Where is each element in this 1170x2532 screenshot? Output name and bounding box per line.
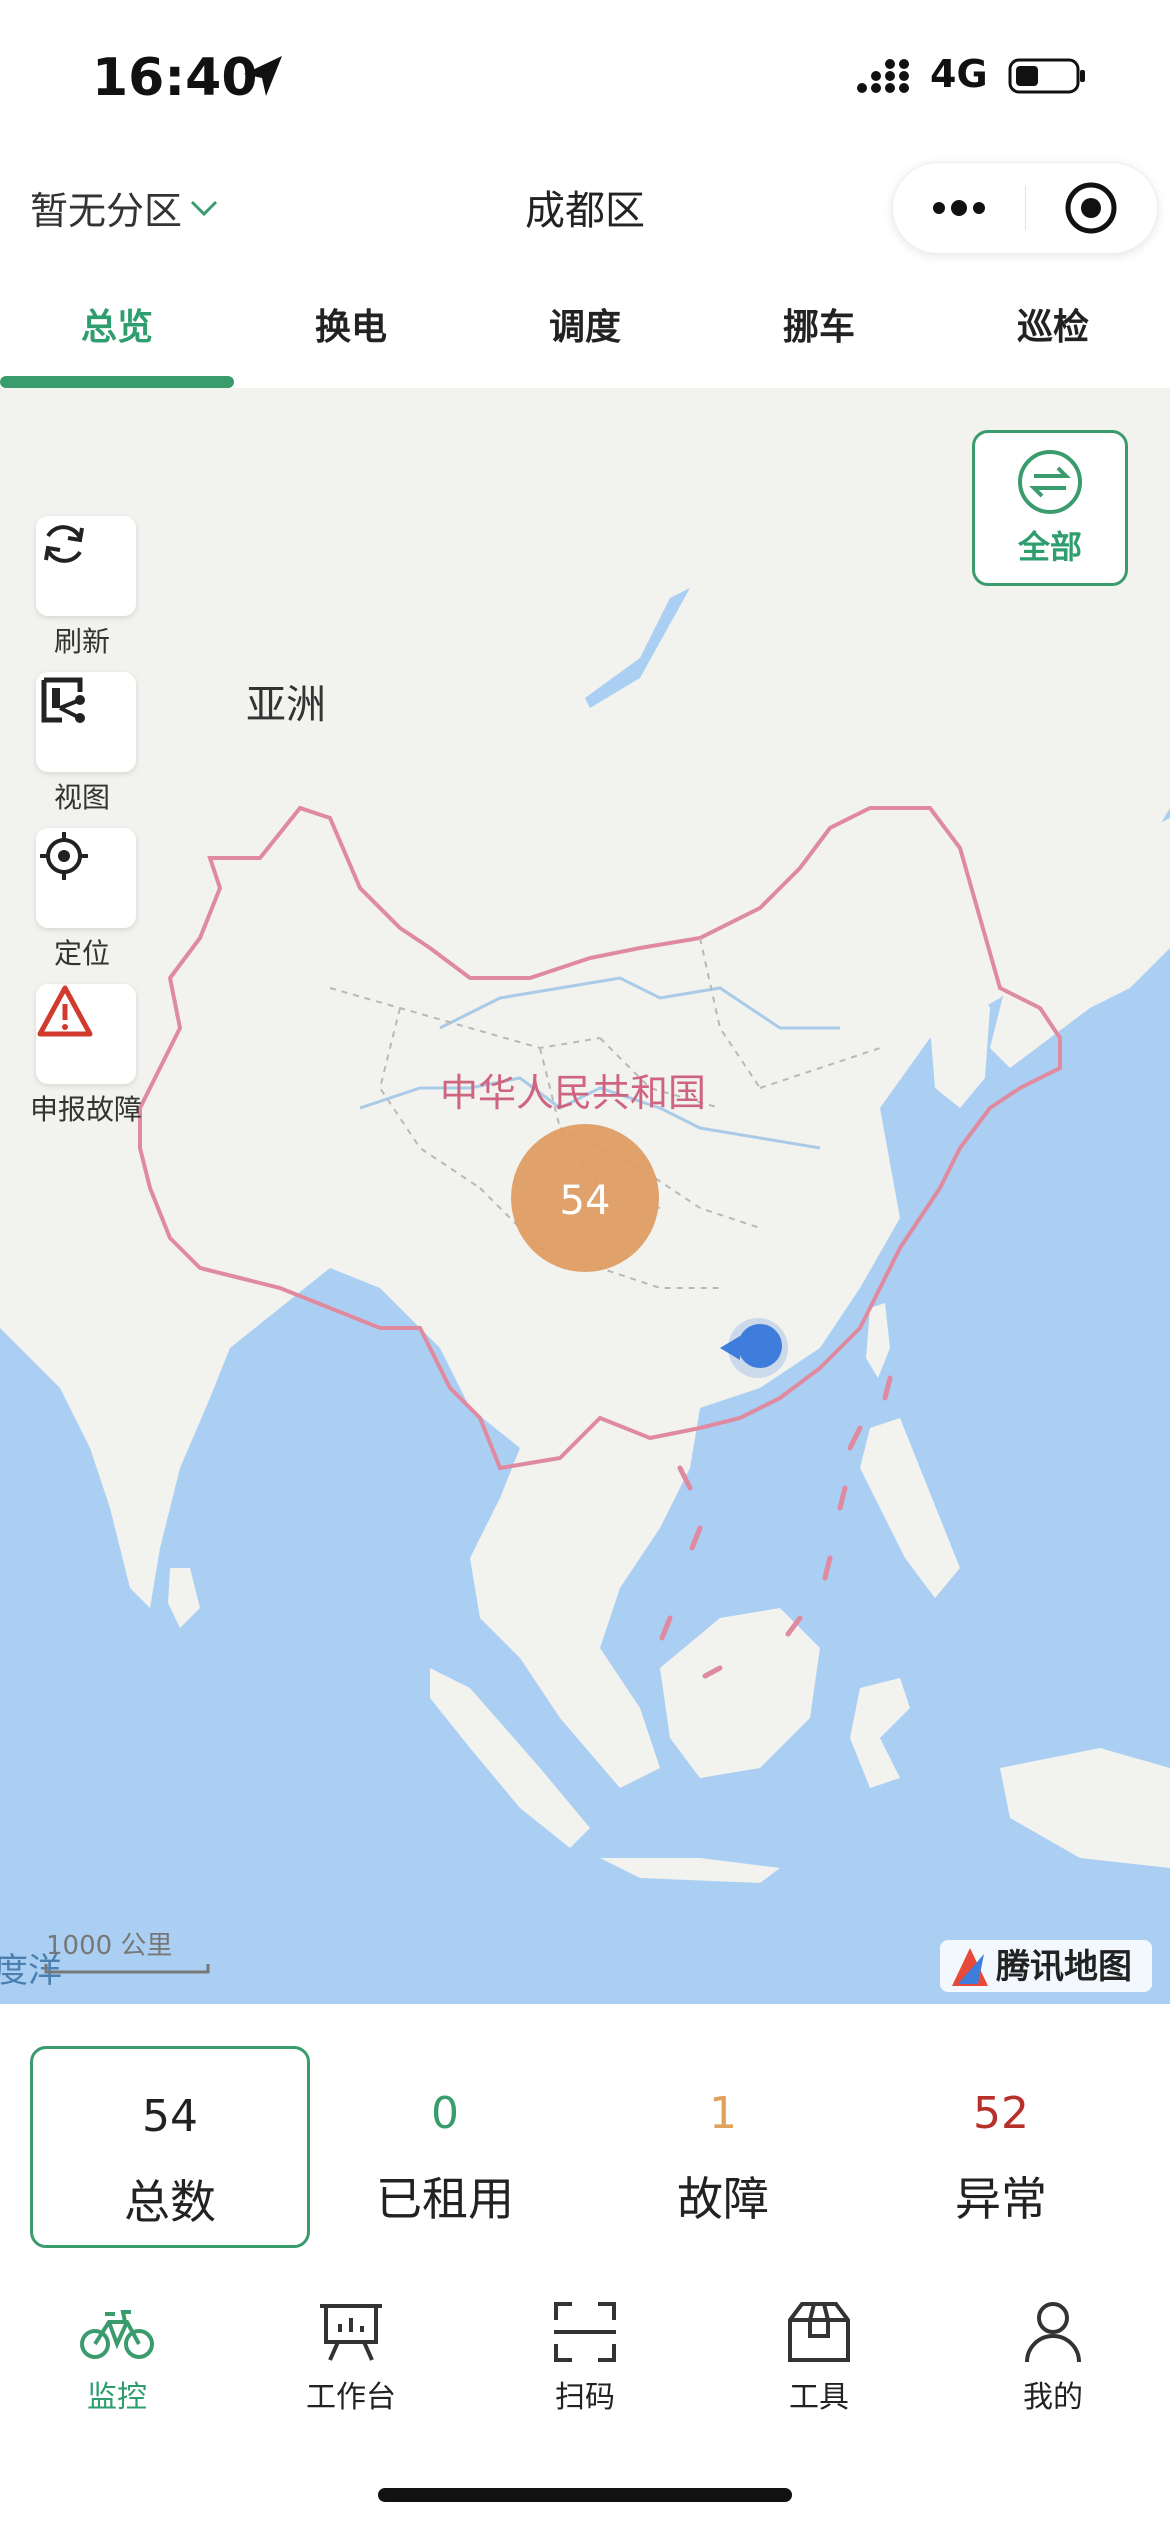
view-label: 视图 <box>53 781 110 814</box>
map-canvas: 亚洲 中华人民共和国 度洋 54 1000 公里 腾讯地图 <box>0 388 1170 1992</box>
home-indicator <box>378 2488 792 2502</box>
map-scale-bar <box>44 1964 210 1974</box>
bottom-nav: 监控 工作台 扫码 工具 我的 <box>0 2280 1170 2430</box>
land-newguinea <box>1000 1748 1170 1868</box>
stat-total-value: 54 <box>142 2091 198 2142</box>
cellular-signal-icon <box>857 59 909 93</box>
nav-scan-label: 扫码 <box>555 2380 615 2415</box>
tab-active-indicator <box>0 376 234 388</box>
nav-profile-label: 我的 <box>1023 2380 1083 2415</box>
battery-icon <box>1008 58 1085 94</box>
stat-total-label: 总数 <box>124 2175 216 2229</box>
close-miniprogram-button[interactable] <box>1026 163 1158 253</box>
filter-all-label: 全部 <box>1017 528 1082 566</box>
user-location-dot <box>738 1324 782 1368</box>
toolbox-icon <box>788 2302 850 2362</box>
miniprogram-capsule <box>892 162 1158 254</box>
status-time: 16:40 <box>92 48 258 108</box>
tab-bar: 总览 换电 调度 挪车 巡检 <box>0 286 1170 386</box>
stat-fault-card[interactable]: 1 故障 <box>586 2046 860 2242</box>
locate-label: 定位 <box>53 937 110 970</box>
nav-monitor-label: 监控 <box>87 2380 147 2415</box>
location-arrow-icon <box>244 56 282 96</box>
nav-scan[interactable]: 扫码 <box>468 2280 702 2430</box>
map-label-country: 中华人民共和国 <box>440 1071 706 1115</box>
map-view[interactable]: 亚洲 中华人民共和国 度洋 54 1000 公里 腾讯地图 刷新 视图 定位 申… <box>0 388 1170 2004</box>
view-button[interactable] <box>36 672 136 772</box>
stat-total-card[interactable]: 54 总数 <box>30 2046 310 2248</box>
land-taiwan <box>866 1303 890 1378</box>
stat-abnormal-label: 异常 <box>955 2172 1047 2226</box>
nav-workbench-label: 工作台 <box>306 2380 396 2415</box>
target-circle-icon <box>1065 182 1117 234</box>
nav-profile[interactable]: 我的 <box>936 2280 1170 2430</box>
filter-all-button[interactable]: 全部 <box>972 430 1128 586</box>
stat-fault-value: 1 <box>709 2088 737 2139</box>
refresh-label: 刷新 <box>53 625 110 658</box>
refresh-icon <box>44 525 84 563</box>
tab-move-vehicle[interactable]: 挪车 <box>702 286 936 386</box>
map-provider-label: 腾讯地图 <box>996 1947 1132 1987</box>
report-fault-button[interactable] <box>36 984 136 1084</box>
warning-icon-box <box>36 984 136 1084</box>
view-icon-box <box>36 672 136 772</box>
more-dots-icon <box>932 200 985 216</box>
refresh-button[interactable] <box>36 516 136 616</box>
tab-inspection[interactable]: 巡检 <box>936 286 1170 386</box>
land-srilanka <box>168 1568 200 1628</box>
network-type: 4G <box>930 52 988 96</box>
stat-rented-card[interactable]: 0 已租用 <box>308 2046 582 2242</box>
locate-icon-box <box>36 828 136 928</box>
warning-icon <box>37 985 93 1037</box>
land-philippines <box>860 1418 960 1598</box>
workbench-icon <box>320 2304 382 2361</box>
nav-tools[interactable]: 工具 <box>702 2280 936 2430</box>
user-icon <box>1025 2302 1081 2363</box>
swap-icon <box>1018 450 1082 514</box>
vehicle-cluster-count: 54 <box>560 1178 611 1224</box>
land-java <box>600 1858 780 1883</box>
tab-overview[interactable]: 总览 <box>0 286 234 386</box>
map-label-continent: 亚洲 <box>246 682 326 728</box>
stat-abnormal-value: 52 <box>973 2088 1029 2139</box>
view-icon <box>41 677 85 723</box>
bike-icon <box>80 2310 154 2359</box>
more-button[interactable] <box>893 163 1025 253</box>
stat-abnormal-card[interactable]: 52 异常 <box>864 2046 1138 2242</box>
locate-button[interactable] <box>36 828 136 928</box>
locate-icon <box>40 832 88 880</box>
stat-rented-value: 0 <box>431 2088 459 2139</box>
land-borneo <box>660 1608 820 1778</box>
tab-battery-swap[interactable]: 换电 <box>234 286 468 386</box>
stat-rented-label: 已租用 <box>376 2172 514 2226</box>
scan-icon <box>554 2302 616 2362</box>
nav-tools-label: 工具 <box>789 2380 849 2415</box>
tab-dispatch[interactable]: 调度 <box>468 286 702 386</box>
nav-monitor[interactable]: 监控 <box>0 2280 234 2430</box>
stats-panel: 54 总数 0 已租用 1 故障 52 异常 <box>0 2030 1170 2270</box>
refresh-icon-box <box>36 516 136 616</box>
stat-fault-label: 故障 <box>677 2172 769 2226</box>
nav-workbench[interactable]: 工作台 <box>234 2280 468 2430</box>
land-sulawesi <box>850 1678 910 1788</box>
report-fault-label: 申报故障 <box>29 1093 142 1126</box>
map-scale-label: 1000 公里 <box>46 1931 172 1961</box>
